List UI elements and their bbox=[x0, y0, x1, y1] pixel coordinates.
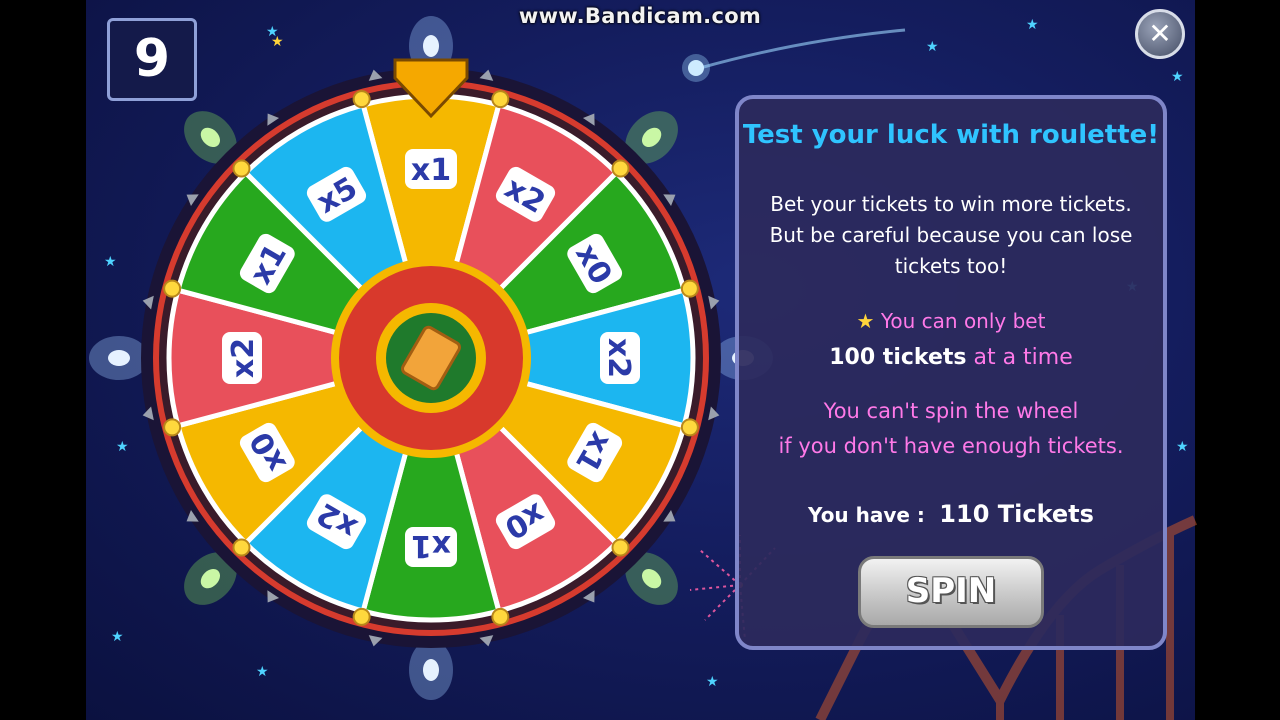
ticket-count: 110 Tickets bbox=[939, 500, 1094, 528]
svg-text:x2: x2 bbox=[601, 338, 636, 378]
ticket-balance: You have : 110 Tickets bbox=[736, 500, 1166, 528]
rim-bulb-icon bbox=[352, 607, 371, 626]
you-have-label: You have : bbox=[808, 503, 925, 527]
rim-bulb-icon bbox=[611, 159, 630, 178]
svg-text:x1: x1 bbox=[411, 528, 451, 563]
description-line: Bet your tickets to win more tickets. bbox=[770, 192, 1132, 216]
rim-bulb-icon bbox=[232, 538, 251, 557]
wheel-segment-label: x2 bbox=[222, 332, 262, 384]
bet-limit-line: ★ You can only bet bbox=[736, 309, 1166, 333]
description-line: But be careful because you can lose bbox=[769, 223, 1133, 247]
wheel-light-icon bbox=[108, 350, 130, 366]
bet-limit-text: You can only bet bbox=[880, 309, 1046, 333]
star-icon: ★ bbox=[856, 309, 875, 333]
rim-bulb-icon bbox=[491, 607, 510, 626]
bet-amount: 100 tickets bbox=[829, 345, 967, 370]
wheel-light-icon bbox=[423, 35, 439, 57]
svg-text:x2: x2 bbox=[226, 338, 261, 378]
rim-bulb-icon bbox=[611, 538, 630, 557]
rim-bulb-icon bbox=[163, 279, 182, 298]
svg-text:x1: x1 bbox=[411, 153, 451, 188]
rim-bulb-icon bbox=[232, 159, 251, 178]
wheel-segment-label: x1 bbox=[405, 527, 457, 567]
bet-suffix: at a time bbox=[973, 345, 1073, 370]
rim-bulb-icon bbox=[680, 418, 699, 437]
wheel-segment-label: x1 bbox=[405, 149, 457, 189]
rim-bulb-icon bbox=[163, 418, 182, 437]
wheel-segment-label: x2 bbox=[600, 332, 640, 384]
spin-button[interactable]: SPIN bbox=[858, 556, 1044, 628]
rim-bulb-icon bbox=[680, 279, 699, 298]
panel-title: Test your luck with roulette! bbox=[742, 120, 1160, 150]
description-line: tickets too! bbox=[894, 254, 1008, 278]
wheel-light-icon bbox=[423, 659, 439, 681]
rim-bulb-icon bbox=[352, 90, 371, 109]
rim-bulb-icon bbox=[491, 90, 510, 109]
warning-line: You can't spin the wheel bbox=[823, 399, 1079, 423]
warning-line: if you don't have enough tickets. bbox=[778, 434, 1124, 458]
bet-amount-line: 100 tickets at a time bbox=[736, 345, 1166, 370]
